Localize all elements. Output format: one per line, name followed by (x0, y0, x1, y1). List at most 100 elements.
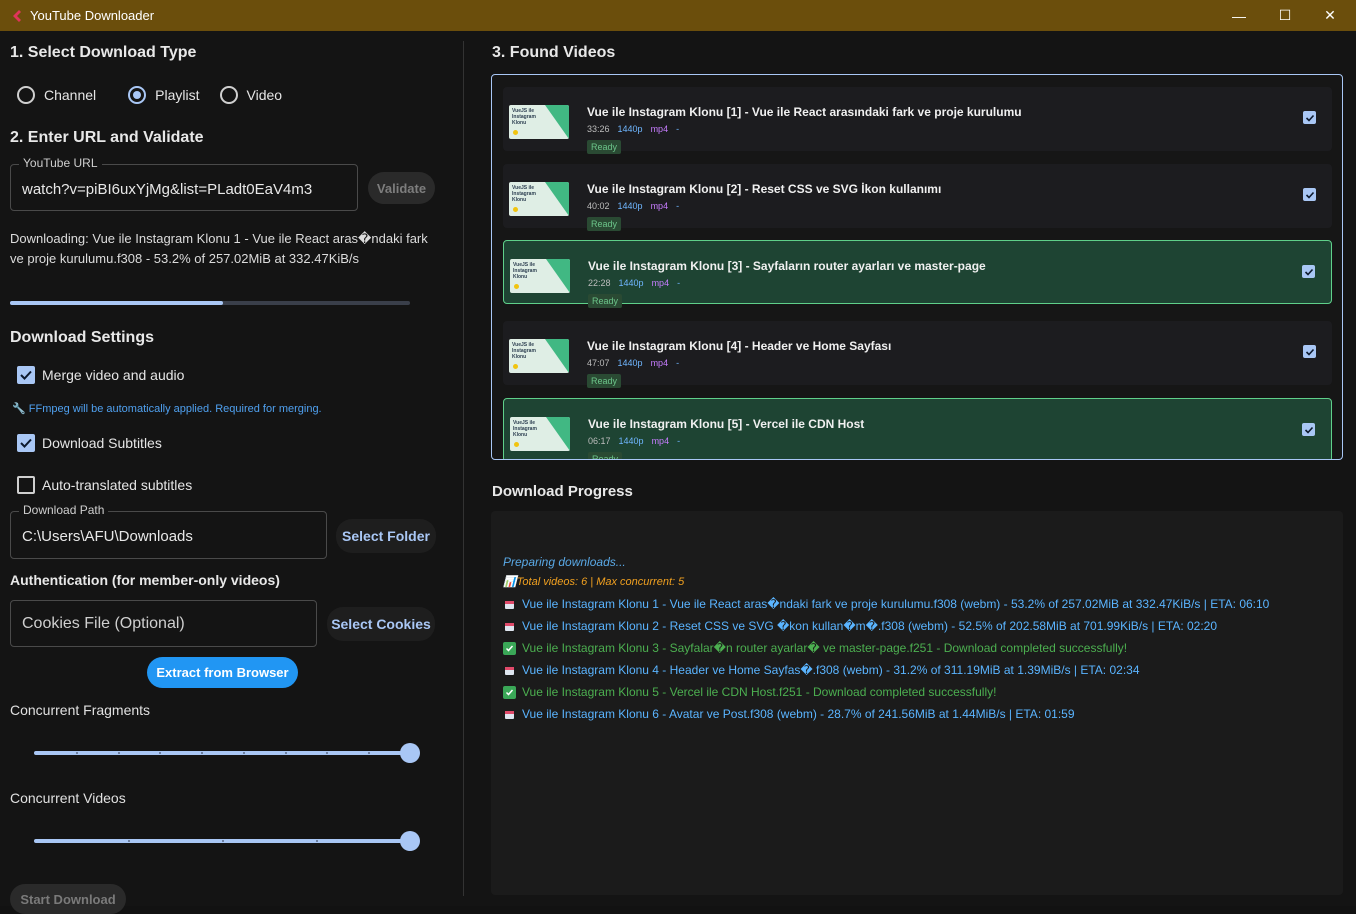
checkbox-label: Merge video and audio (42, 367, 185, 383)
video-resolution: 1440p (617, 124, 643, 134)
video-status-badge: Ready (588, 452, 623, 459)
download-path-field[interactable]: Download Path C:\Users\AFU\Downloads (10, 503, 327, 559)
video-format: mp4 (650, 358, 669, 368)
video-select-checkbox[interactable] (1303, 111, 1316, 124)
video-title: Vue ile Instagram Klonu [5] - Vercel ile… (588, 417, 865, 431)
check-icon (503, 685, 516, 699)
video-status-badge: Ready (588, 294, 623, 308)
auth-title: Authentication (for member-only videos) (10, 572, 280, 588)
thumb-dot (513, 130, 518, 135)
log-line: Vue ile Instagram Klonu 3 - Sayfalar�n r… (503, 641, 1127, 655)
extract-browser-button[interactable]: Extract from Browser (147, 657, 298, 688)
radio-playlist[interactable]: Playlist (128, 86, 200, 104)
log-text: Vue ile Instagram Klonu 6 - Avatar ve Po… (522, 707, 1075, 721)
cookies-placeholder[interactable]: Cookies File (Optional) (22, 615, 185, 633)
videos-label: Concurrent Videos (10, 790, 126, 806)
checkbox-unchecked-icon (17, 476, 35, 494)
url-legend: YouTube URL (19, 156, 102, 170)
video-select-checkbox[interactable] (1303, 345, 1316, 358)
slider-tick (222, 840, 224, 842)
url-input[interactable]: watch?v=piBI6uxYjMg&list=PLadt0EaV4m3 (22, 181, 352, 198)
checkbox-checked-icon (17, 434, 35, 452)
close-button[interactable]: ✕ (1307, 0, 1353, 31)
video-meta: 22:28 1440p mp4 - (588, 278, 680, 288)
fragments-label: Concurrent Fragments (10, 702, 151, 718)
video-title: Vue ile Instagram Klonu [4] - Header ve … (587, 339, 892, 353)
video-duration: 33:26 (587, 124, 610, 134)
thumb-dot (513, 364, 518, 369)
download-icon (503, 598, 516, 611)
select-folder-button[interactable]: Select Folder (336, 519, 436, 553)
log-text: Vue ile Instagram Klonu 3 - Sayfalar�n r… (522, 641, 1128, 655)
thumb-text: VueJS ile Instagram Klonu (512, 108, 536, 126)
video-card[interactable]: VueJS ile Instagram Klonu Vue ile Instag… (503, 398, 1332, 459)
video-size: - (677, 278, 681, 288)
url-field[interactable]: YouTube URL watch?v=piBI6uxYjMg&list=PLa… (10, 156, 358, 211)
slider-thumb[interactable] (400, 743, 420, 763)
radio-circle (17, 86, 35, 104)
thumb-shape (546, 259, 570, 293)
video-duration: 47:07 (587, 358, 610, 368)
download-icon (503, 708, 516, 721)
video-card[interactable]: VueJS ile Instagram Klonu Vue ile Instag… (503, 164, 1332, 231)
found-videos-title: 3. Found Videos (492, 44, 616, 61)
video-select-checkbox[interactable] (1302, 265, 1315, 278)
auto-subtitles-checkbox[interactable]: Auto-translated subtitles (17, 476, 192, 494)
cookies-field[interactable]: Cookies File (Optional) (10, 600, 317, 647)
video-select-checkbox[interactable] (1302, 423, 1315, 436)
video-meta: 06:17 1440p mp4 - (588, 436, 680, 446)
video-card[interactable]: VueJS ile Instagram Klonu Vue ile Instag… (503, 240, 1332, 308)
video-resolution: 1440p (618, 278, 644, 288)
video-resolution: 1440p (618, 436, 644, 446)
minimize-icon: — (1232, 7, 1246, 24)
radio-label: Video (246, 87, 283, 103)
merge-checkbox[interactable]: Merge video and audio (17, 366, 184, 384)
minimize-button[interactable]: — (1216, 0, 1262, 31)
video-size: - (676, 201, 680, 211)
progress-title: Download Progress (492, 483, 633, 500)
start-download-button[interactable]: Start Download (10, 884, 126, 914)
video-status-badge: Ready (587, 217, 622, 231)
slider-tick (117, 752, 120, 754)
thumb-text: VueJS ile Instagram Klonu (512, 342, 536, 360)
thumb-shape (546, 417, 570, 451)
video-thumbnail: VueJS ile Instagram Klonu (510, 259, 570, 293)
log-text: 📊Total videos: 6 | Max concurrent: 5 (503, 576, 685, 588)
subtitles-checkbox[interactable]: Download Subtitles (17, 434, 162, 452)
log-text: Vue ile Instagram Klonu 1 - Vue ile Reac… (522, 597, 1270, 611)
path-input[interactable]: C:\Users\AFU\Downloads (22, 528, 322, 545)
log-line: Vue ile Instagram Klonu 5 - Vercel ile C… (503, 685, 996, 699)
log-text: Preparing downloads... (503, 555, 626, 569)
window-title: YouTube Downloader (30, 8, 155, 23)
video-size: - (677, 436, 681, 446)
video-format: mp4 (651, 278, 670, 288)
checkbox-checked-icon (1304, 268, 1313, 276)
thumb-dot (513, 207, 518, 212)
main-area: 1. Select Download Type Channel Playlist… (0, 31, 1356, 914)
video-title: Vue ile Instagram Klonu [3] - Sayfaların… (588, 259, 986, 273)
download-icon (503, 620, 516, 633)
settings-title: Download Settings (10, 329, 154, 346)
video-list[interactable]: VueJS ile Instagram Klonu Vue ile Instag… (491, 74, 1343, 460)
thumb-dot (514, 284, 519, 289)
validate-button[interactable]: Validate (368, 172, 435, 204)
video-thumbnail: VueJS ile Instagram Klonu (510, 417, 570, 451)
video-card[interactable]: VueJS ile Instagram Klonu Vue ile Instag… (503, 87, 1332, 154)
thumb-dot (514, 442, 519, 447)
video-select-checkbox[interactable] (1303, 188, 1316, 201)
path-legend: Download Path (19, 503, 109, 517)
checkbox-checked-icon (1305, 191, 1314, 199)
select-cookies-button[interactable]: Select Cookies (327, 607, 435, 641)
radio-video[interactable]: Video (219, 86, 283, 104)
log-line: 📊Total videos: 6 | Max concurrent: 5 (503, 575, 684, 588)
video-meta: 47:07 1440p mp4 - (587, 358, 679, 368)
maximize-button[interactable]: ☐ (1262, 0, 1308, 31)
video-duration: 06:17 (588, 436, 611, 446)
log-line: Vue ile Instagram Klonu 6 - Avatar ve Po… (503, 707, 1075, 721)
slider-thumb[interactable] (400, 831, 420, 851)
video-card[interactable]: VueJS ile Instagram Klonu Vue ile Instag… (503, 321, 1332, 388)
radio-channel[interactable]: Channel (17, 86, 96, 104)
checkbox-label: Download Subtitles (42, 435, 162, 451)
radio-circle (128, 86, 147, 104)
video-format: mp4 (650, 124, 669, 134)
